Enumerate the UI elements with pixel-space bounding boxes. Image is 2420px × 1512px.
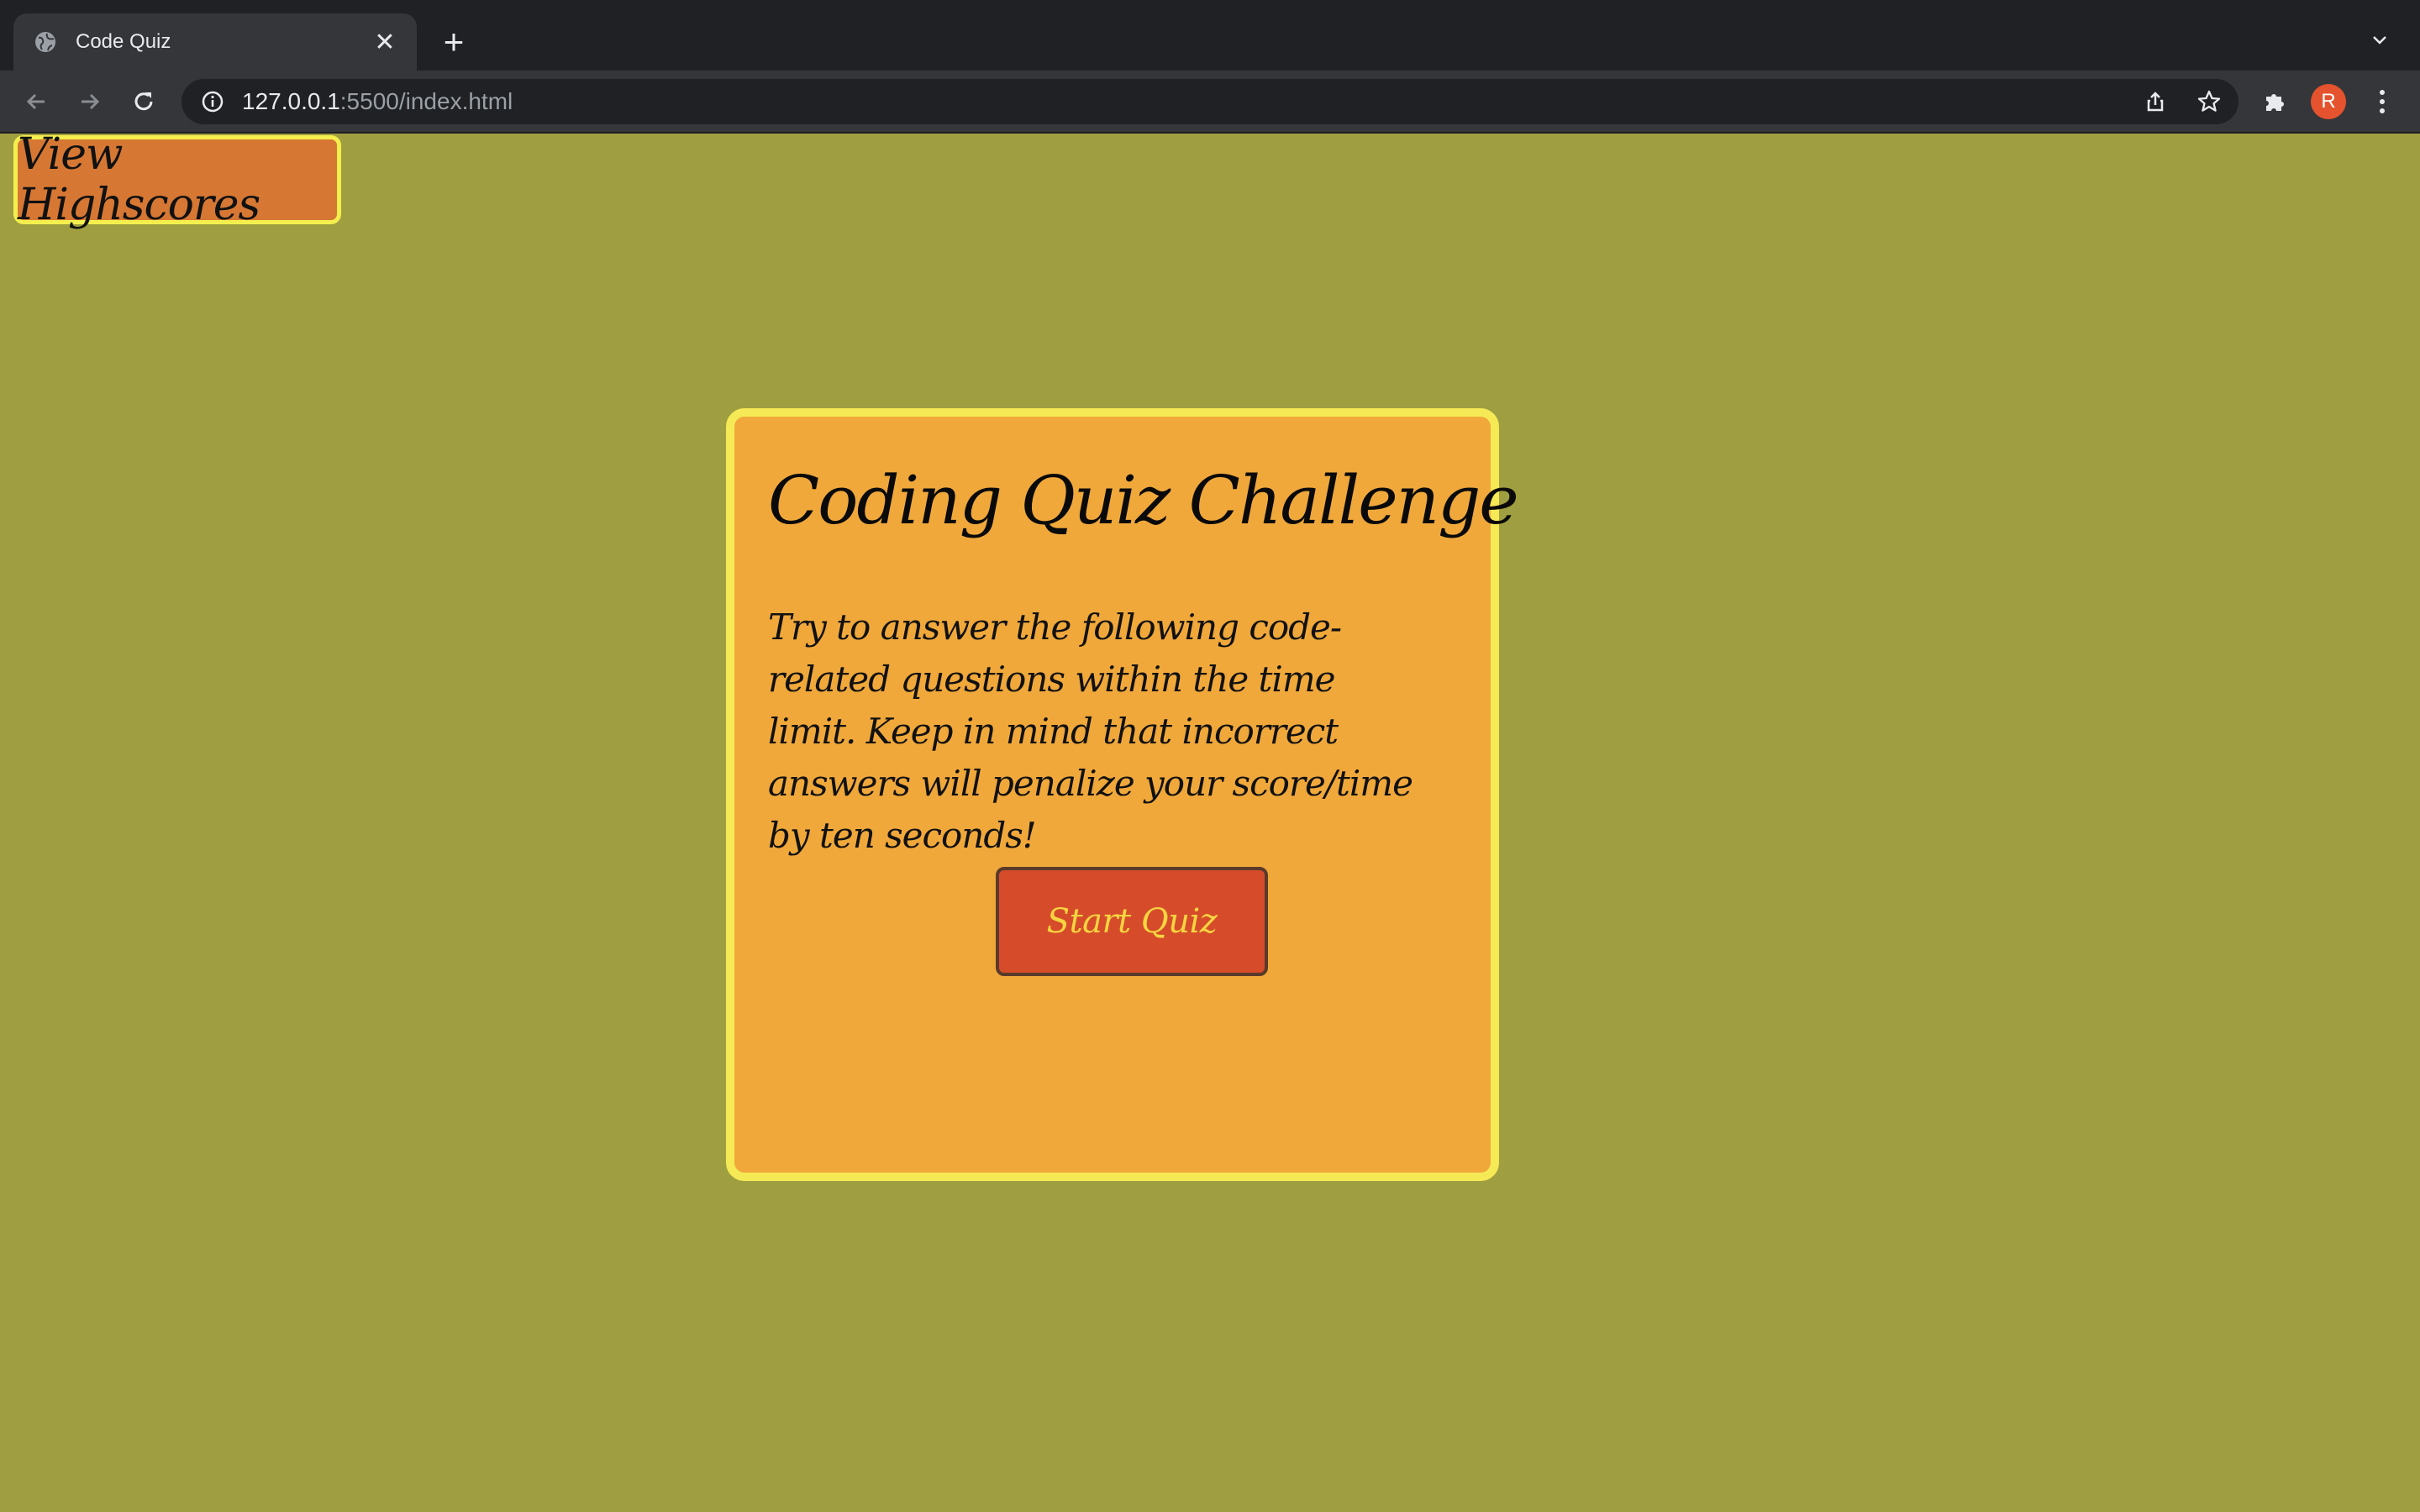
url-host: 127.0.0.1	[242, 88, 340, 114]
extensions-puzzle-icon[interactable]	[2255, 82, 2294, 121]
globe-icon	[34, 30, 57, 54]
info-icon[interactable]	[200, 89, 225, 114]
close-tab-icon[interactable]: ✕	[370, 27, 400, 57]
page-title: Coding Quiz Challenge	[768, 461, 1519, 539]
reload-icon[interactable]	[124, 82, 163, 121]
bookmark-star-icon[interactable]	[2191, 84, 2227, 119]
browser-tab[interactable]: Code Quiz ✕	[13, 13, 417, 71]
share-icon[interactable]	[2138, 84, 2173, 119]
tab-title: Code Quiz	[76, 30, 171, 53]
address-bar[interactable]: 127.0.0.1:5500/index.html	[182, 79, 2238, 124]
back-arrow-icon[interactable]	[17, 82, 55, 121]
profile-initial: R	[2311, 84, 2346, 119]
url-text: 127.0.0.1:5500/index.html	[242, 88, 513, 115]
url-path: :5500/index.html	[339, 88, 513, 114]
new-tab-icon[interactable]: +	[434, 22, 474, 62]
start-quiz-button[interactable]: Start Quiz	[996, 867, 1268, 976]
page-viewport: View Highscores Coding Quiz Challenge Tr…	[0, 129, 2420, 1512]
view-highscores-button[interactable]: View Highscores	[13, 129, 341, 230]
forward-arrow-icon[interactable]	[71, 82, 109, 121]
browser-tabstrip: Code Quiz ✕ +	[0, 0, 2420, 71]
browser-toolbar: 127.0.0.1:5500/index.html R	[0, 71, 2420, 133]
chevron-down-icon[interactable]	[2363, 24, 2396, 57]
profile-avatar[interactable]: R	[2309, 82, 2348, 121]
quiz-description: Try to answer the following code-related…	[768, 606, 1413, 856]
kebab-menu-icon[interactable]	[2363, 82, 2402, 121]
quiz-card: Coding Quiz Challenge Try to answer the …	[726, 408, 1519, 1181]
